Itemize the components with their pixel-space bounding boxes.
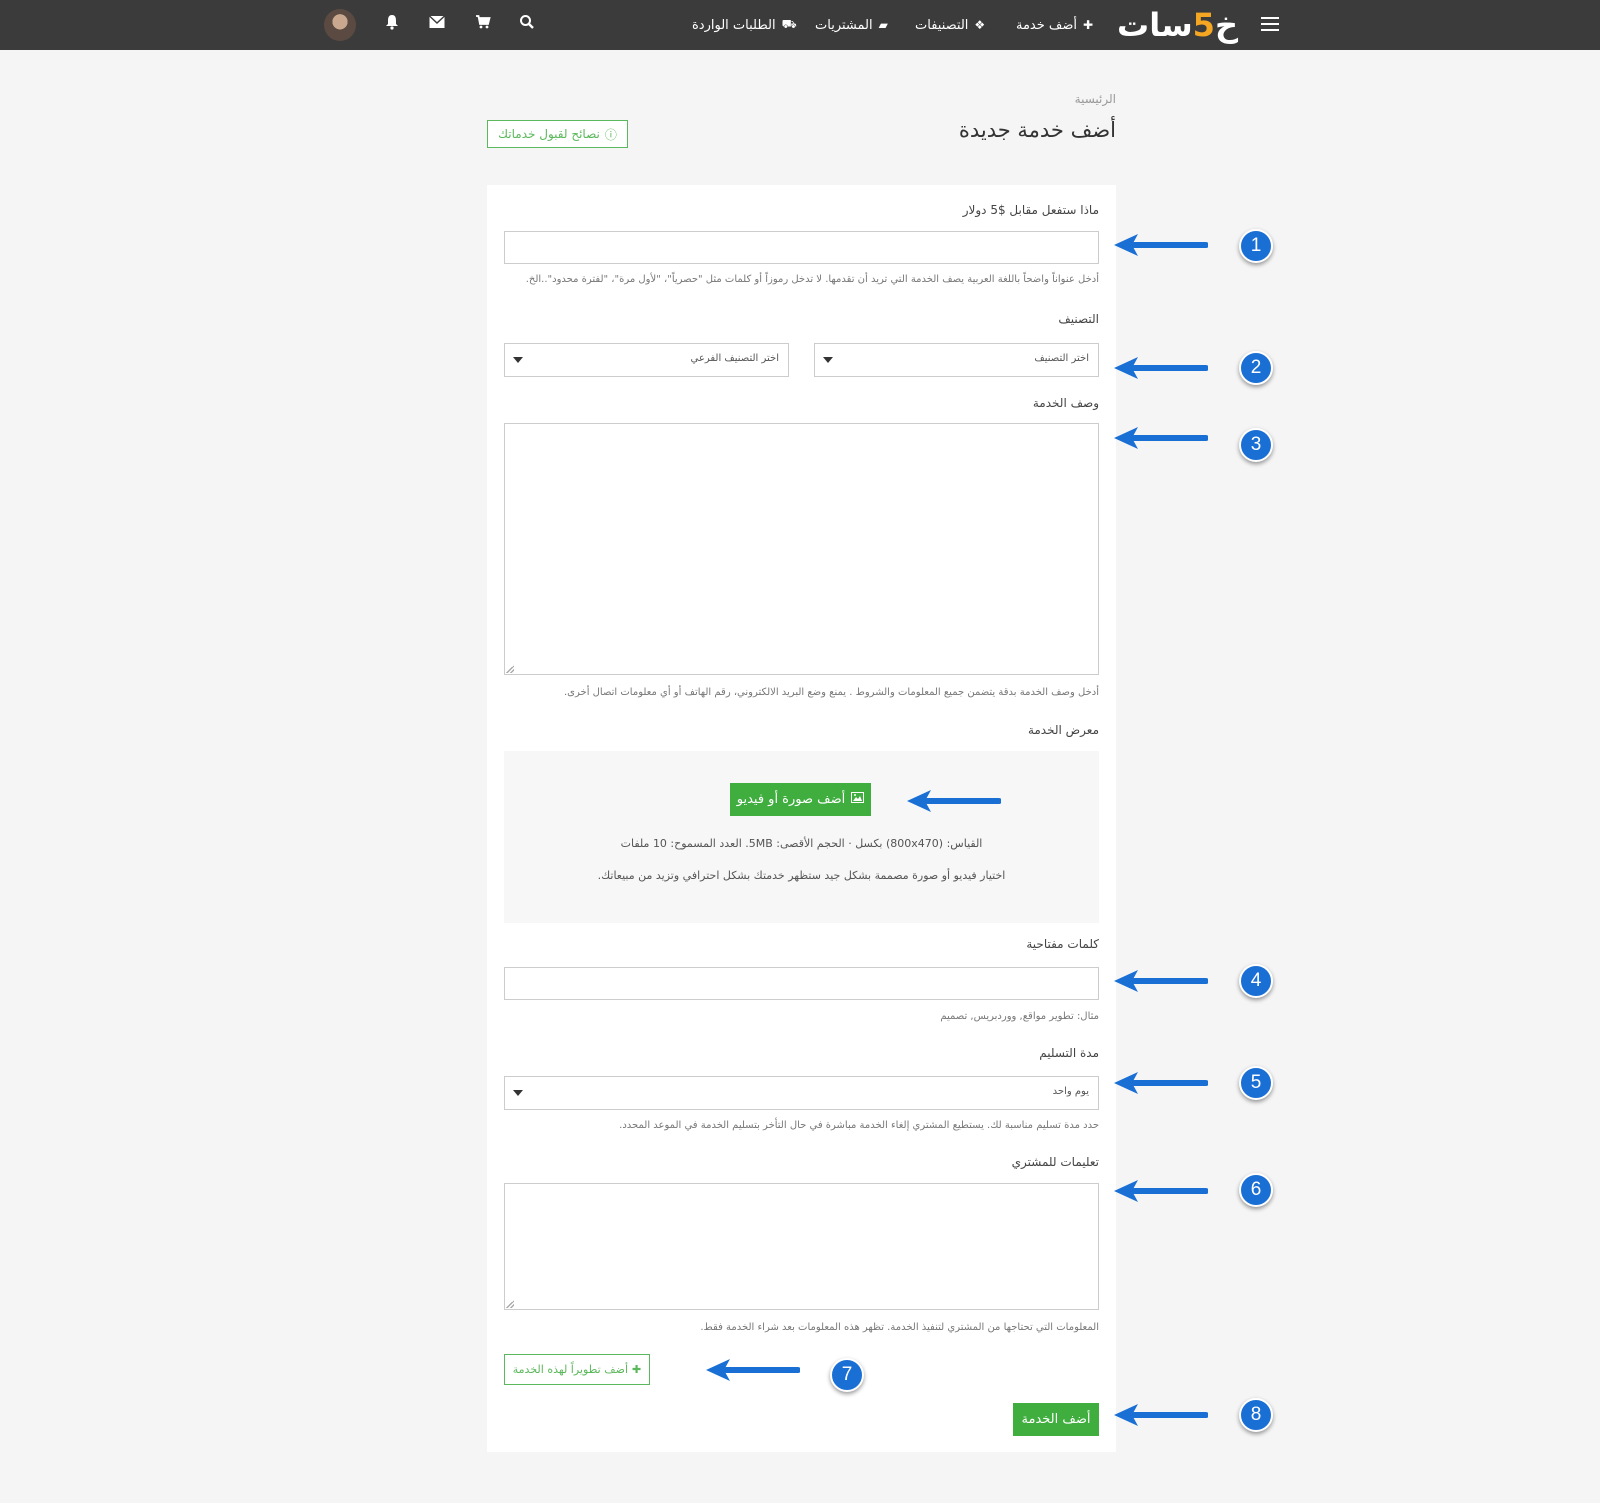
- category-select-value: اختر التصنيف: [1034, 353, 1089, 364]
- resize-handle-icon[interactable]: [506, 1300, 514, 1308]
- image-icon: [851, 792, 865, 807]
- nav-incoming-orders-label: الطلبات الواردة: [692, 17, 776, 33]
- title-input[interactable]: [505, 232, 1098, 263]
- folder-icon: ▰: [878, 18, 888, 32]
- breadcrumb[interactable]: الرئيسية: [1000, 92, 1116, 106]
- description-help: أدخل وصف الخدمة بدقة يتضمن جميع المعلوما…: [563, 687, 1099, 698]
- info-icon: ⓘ: [604, 127, 617, 142]
- keywords-field[interactable]: [504, 967, 1099, 1000]
- title-help: أدخل عنواناً واضحاً باللغة العربية يصف ا…: [525, 274, 1099, 285]
- categories-icon: ❖: [974, 18, 986, 32]
- chevron-down-icon: [513, 1090, 523, 1096]
- nav-add-service-label: أضف خدمة: [1016, 17, 1078, 33]
- nav-purchases[interactable]: ▰ المشتريات: [815, 0, 888, 50]
- keywords-help: مثال: تطوير مواقع, ووردبريس, تصميم: [940, 1011, 1099, 1022]
- plus-icon: ✚: [1083, 18, 1094, 32]
- description-textarea[interactable]: [505, 424, 1098, 674]
- chevron-down-icon: [513, 357, 523, 363]
- delivery-label: مدة التسليم: [1039, 1046, 1099, 1060]
- annotation-badge-7: 7: [830, 1358, 864, 1392]
- title-label: ماذا ستفعل مقابل $5 دولار: [962, 203, 1099, 217]
- gallery-info: القياس: (800x470) بكسل · الحجم الأقصى: 5…: [620, 837, 983, 850]
- nav-incoming-orders[interactable]: ⛟ الطلبات الواردة: [692, 0, 797, 50]
- search-icon[interactable]: [517, 14, 537, 34]
- top-navbar: خ5سات ✚ أضف خدمة ❖ التصنيفات ▰ المشتريات…: [0, 0, 1600, 50]
- subcategory-select[interactable]: اختر التصنيف الفرعي: [504, 343, 789, 377]
- submit-button[interactable]: أضف الخدمة: [1013, 1403, 1099, 1436]
- truck-icon: ⛟: [781, 17, 797, 31]
- instructions-field[interactable]: [504, 1183, 1099, 1310]
- annotation-arrow-2: [1114, 357, 1208, 379]
- annotation-badge-1: 1: [1239, 229, 1273, 263]
- instructions-help: المعلومات التي تحتاجها من المشتري لتنفيذ…: [700, 1322, 1099, 1333]
- category-label: التصنيف: [1058, 312, 1099, 326]
- annotation-badge-8: 8: [1239, 1398, 1273, 1432]
- annotation-arrow-7: [706, 1359, 800, 1381]
- annotation-arrow-8: [1114, 1404, 1208, 1426]
- instructions-label: تعليمات للمشتري: [1011, 1155, 1099, 1169]
- annotation-arrow-3: [1114, 427, 1208, 449]
- annotation-badge-2: 2: [1239, 351, 1273, 385]
- add-development-button-label: أضف تطويراً لهذه الخدمة: [512, 1363, 629, 1376]
- plus-icon: ✚: [632, 1363, 642, 1376]
- annotation-badge-6: 6: [1239, 1173, 1273, 1207]
- logo-suffix: سات: [1117, 6, 1193, 44]
- subcategory-select-value: اختر التصنيف الفرعي: [690, 353, 779, 364]
- category-select[interactable]: اختر التصنيف: [814, 343, 1099, 377]
- logo-five: 5: [1192, 6, 1215, 44]
- annotation-arrow-gallery: [907, 790, 1001, 812]
- delivery-select-value: يوم واحد: [1052, 1086, 1089, 1097]
- add-service-form: ماذا ستفعل مقابل $5 دولار أدخل عنواناً و…: [487, 185, 1116, 1452]
- page-title: أضف خدمة جديدة: [958, 118, 1116, 142]
- annotation-arrow-4: [1114, 970, 1208, 992]
- annotation-arrow-6: [1114, 1180, 1208, 1202]
- nav-add-service[interactable]: ✚ أضف خدمة: [1016, 0, 1093, 50]
- logo-prefix: خ: [1214, 6, 1238, 44]
- resize-handle-icon[interactable]: [506, 665, 514, 673]
- gallery-label: معرض الخدمة: [1027, 723, 1099, 737]
- add-media-button-label: أضف صورة أو فيديو: [736, 792, 846, 807]
- annotation-badge-3: 3: [1239, 428, 1273, 462]
- add-media-button[interactable]: أضف صورة أو فيديو: [730, 783, 871, 816]
- annotation-badge-5: 5: [1239, 1066, 1273, 1100]
- nav-purchases-label: المشتريات: [815, 17, 873, 33]
- tips-button[interactable]: ⓘ نصائح لقبول خدماتك: [487, 120, 628, 148]
- description-label: وصف الخدمة: [1032, 396, 1099, 410]
- annotation-arrow-5: [1114, 1072, 1208, 1094]
- gallery-tip: اختيار فيديو أو صورة مصممة بشكل جيد ستظه…: [597, 869, 1006, 882]
- annotation-arrow-1: [1114, 234, 1208, 256]
- title-field[interactable]: [504, 231, 1099, 264]
- keywords-input[interactable]: [505, 968, 1098, 999]
- nav-categories-label: التصنيفات: [915, 17, 969, 33]
- chevron-down-icon: [823, 357, 833, 363]
- logo[interactable]: خ5سات: [1113, 6, 1238, 44]
- instructions-textarea[interactable]: [505, 1184, 1098, 1309]
- menu-icon[interactable]: [1261, 17, 1279, 31]
- keywords-label: كلمات مفتاحية: [1026, 937, 1099, 951]
- nav-categories[interactable]: ❖ التصنيفات: [915, 0, 985, 50]
- envelope-icon[interactable]: [427, 14, 447, 34]
- delivery-help: حدد مدة تسليم مناسبة لك. يستطيع المشتري …: [619, 1120, 1099, 1131]
- avatar[interactable]: [324, 9, 356, 41]
- tips-button-label: نصائح لقبول خدماتك: [498, 127, 600, 141]
- bell-icon[interactable]: [382, 14, 402, 34]
- cart-icon[interactable]: [473, 14, 493, 34]
- delivery-select[interactable]: يوم واحد: [504, 1076, 1099, 1110]
- annotation-badge-4: 4: [1239, 964, 1273, 998]
- add-development-button[interactable]: ✚ أضف تطويراً لهذه الخدمة: [504, 1354, 650, 1385]
- description-field[interactable]: [504, 423, 1099, 675]
- gallery-dropzone[interactable]: أضف صورة أو فيديو القياس: (800x470) بكسل…: [504, 751, 1099, 923]
